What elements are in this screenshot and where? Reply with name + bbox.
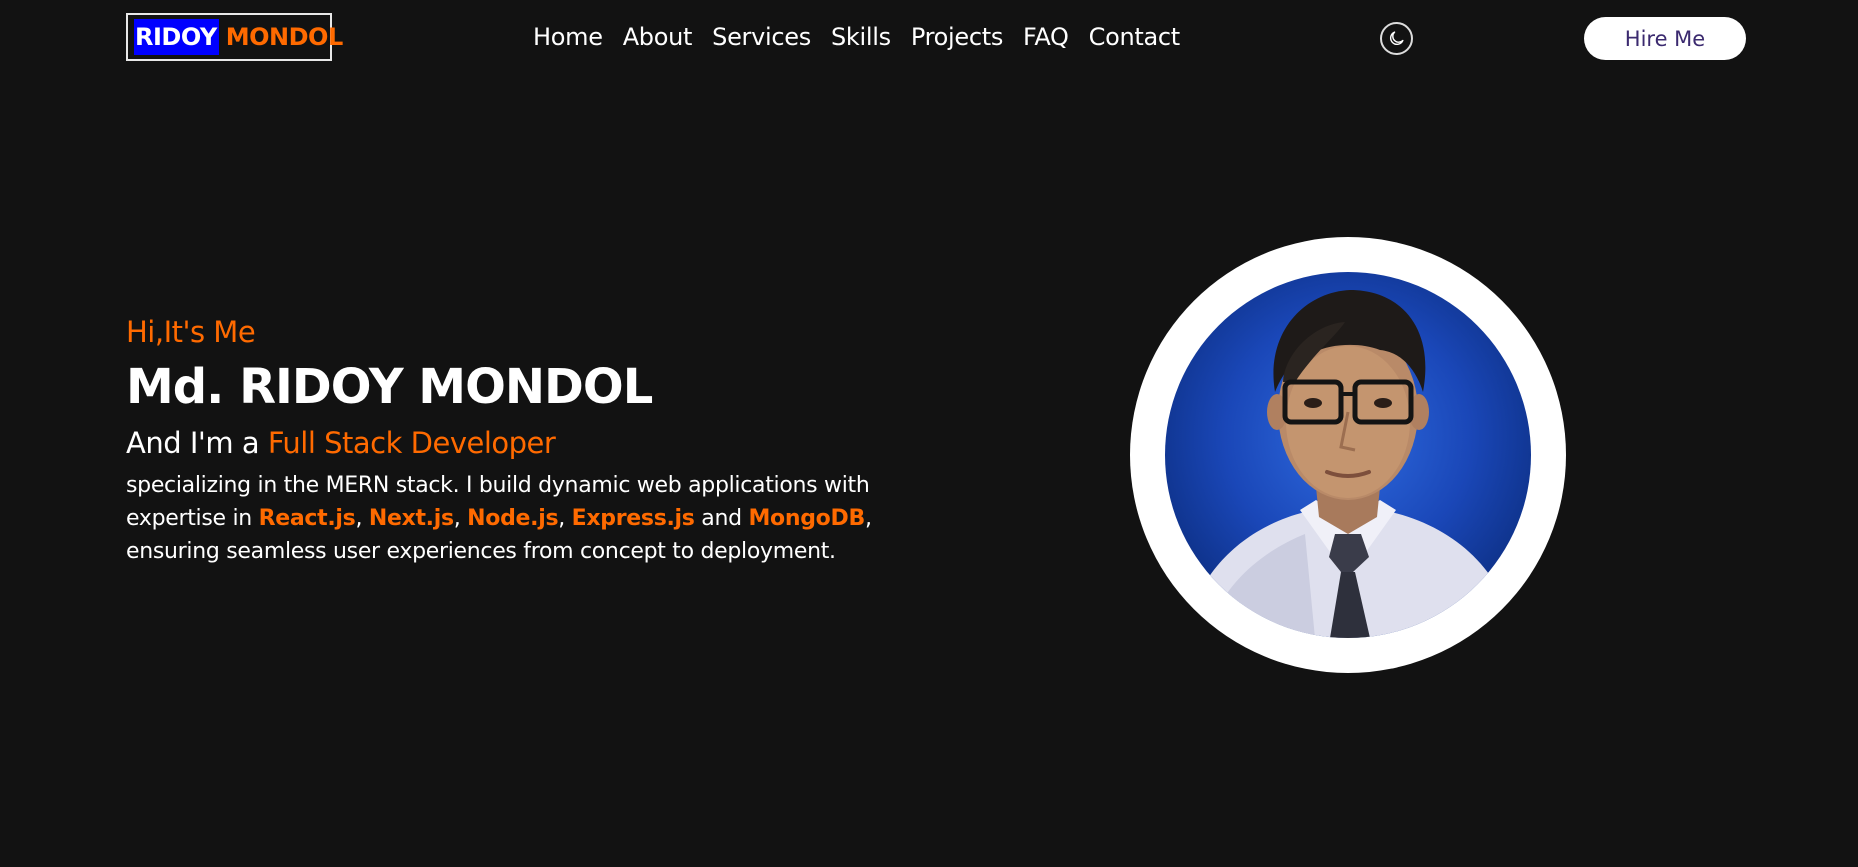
hero-greeting: Hi,It's Me	[126, 315, 256, 349]
theme-toggle-button[interactable]	[1380, 22, 1413, 55]
desc-sep-3: ,	[558, 506, 572, 531]
desc-sep-4: and	[694, 506, 749, 531]
person-portrait	[1185, 290, 1515, 638]
hero-intro: Hi,It's Me Md. RIDOY MONDOL And I'm a Fu…	[126, 310, 926, 568]
tech-express: Express.js	[571, 506, 695, 531]
nav-link-services[interactable]: Services	[712, 19, 811, 55]
nav-link-about[interactable]: About	[623, 19, 693, 55]
moon-icon	[1390, 31, 1404, 45]
nav-links: Home About Services Skills Projects FAQ …	[533, 19, 1200, 55]
nav-link-contact[interactable]: Contact	[1089, 19, 1181, 55]
tech-mongodb: MongoDB	[748, 506, 865, 531]
nav-link-faq[interactable]: FAQ	[1023, 19, 1069, 55]
tech-node: Node.js	[467, 506, 559, 531]
hero-role: And I'm a Full Stack Developer	[126, 423, 926, 463]
hero-name: Md. RIDOY MONDOL	[126, 359, 653, 415]
site-logo[interactable]: RIDOY MONDOL	[126, 13, 343, 61]
role-prefix: And I'm a	[126, 426, 268, 460]
hire-me-button[interactable]: Hire Me	[1584, 17, 1746, 60]
desc-sep-1: ,	[355, 506, 369, 531]
tech-next: Next.js	[368, 506, 454, 531]
navbar: RIDOY MONDOL Home About Services Skills …	[0, 0, 1858, 76]
profile-photo-frame	[1130, 237, 1566, 673]
nav-link-projects[interactable]: Projects	[911, 19, 1004, 55]
profile-photo	[1165, 272, 1531, 638]
nav-link-home[interactable]: Home	[533, 19, 603, 55]
logo-part2: MONDOL	[225, 23, 344, 51]
desc-sep-2: ,	[453, 506, 468, 531]
hero-description: specializing in the MERN stack. I build …	[126, 469, 916, 568]
tech-react: React.js	[258, 506, 356, 531]
logo-part1: RIDOY	[134, 19, 219, 55]
nav-link-skills[interactable]: Skills	[831, 19, 891, 55]
role-title: Full Stack Developer	[267, 426, 556, 460]
